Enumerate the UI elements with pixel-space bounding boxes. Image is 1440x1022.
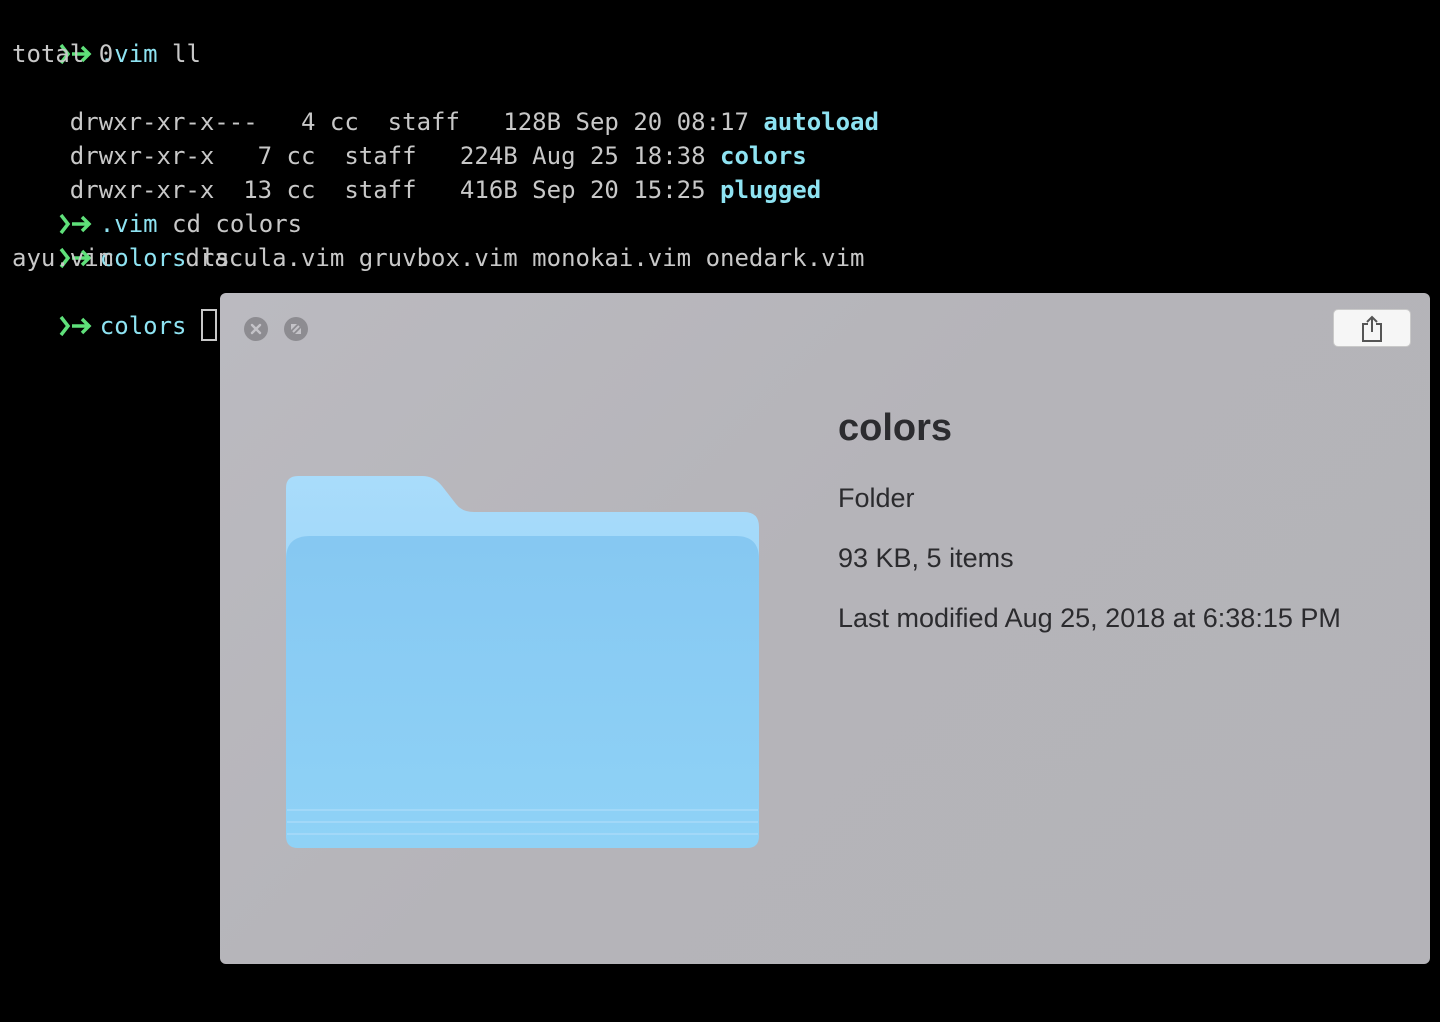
- terminal-line[interactable]: colors: [0, 275, 217, 341]
- terminal-output-line: ayu.vim dracula.vim gruvbox.vim monokai.…: [12, 244, 865, 272]
- terminal-output-line: total 0: [12, 40, 114, 68]
- fullscreen-button[interactable]: [284, 317, 308, 341]
- close-icon: [250, 323, 262, 335]
- terminal-line: .vim ll: [0, 3, 201, 68]
- quick-look-panel: colors Folder 93 KB, 5 items Last modifi…: [220, 293, 1430, 964]
- share-button[interactable]: [1333, 309, 1411, 347]
- directory-entry: drwxr-xr-x 13 cc staff 416B Sep 20 15:25…: [12, 139, 821, 204]
- prompt-command: ll: [157, 40, 201, 68]
- folder-icon: [286, 476, 759, 848]
- file-modified-date: Last modified Aug 25, 2018 at 6:38:15 PM: [838, 603, 1341, 633]
- prompt-arrow-icon: [58, 309, 100, 343]
- close-button[interactable]: [244, 317, 268, 341]
- entry-name: plugged: [720, 176, 822, 204]
- share-icon: [1362, 315, 1382, 342]
- file-size: 93 KB, 5 items: [838, 543, 1014, 573]
- text-cursor[interactable]: [200, 309, 217, 341]
- directory-entry: drwxr-xr-x 7 cc staff 224B Aug 25 18:38 …: [12, 105, 807, 170]
- file-name: colors: [838, 407, 953, 449]
- terminal-line: colors ls: [0, 207, 230, 272]
- file-kind: Folder: [838, 483, 915, 513]
- directory-entry: drwxr-xr-x--- 4 cc staff 128B Sep 20 08:…: [12, 71, 879, 136]
- terminal-line: .vim cd colors: [0, 173, 302, 238]
- fullscreen-icon: [291, 324, 301, 334]
- prompt-cwd: colors: [99, 312, 187, 340]
